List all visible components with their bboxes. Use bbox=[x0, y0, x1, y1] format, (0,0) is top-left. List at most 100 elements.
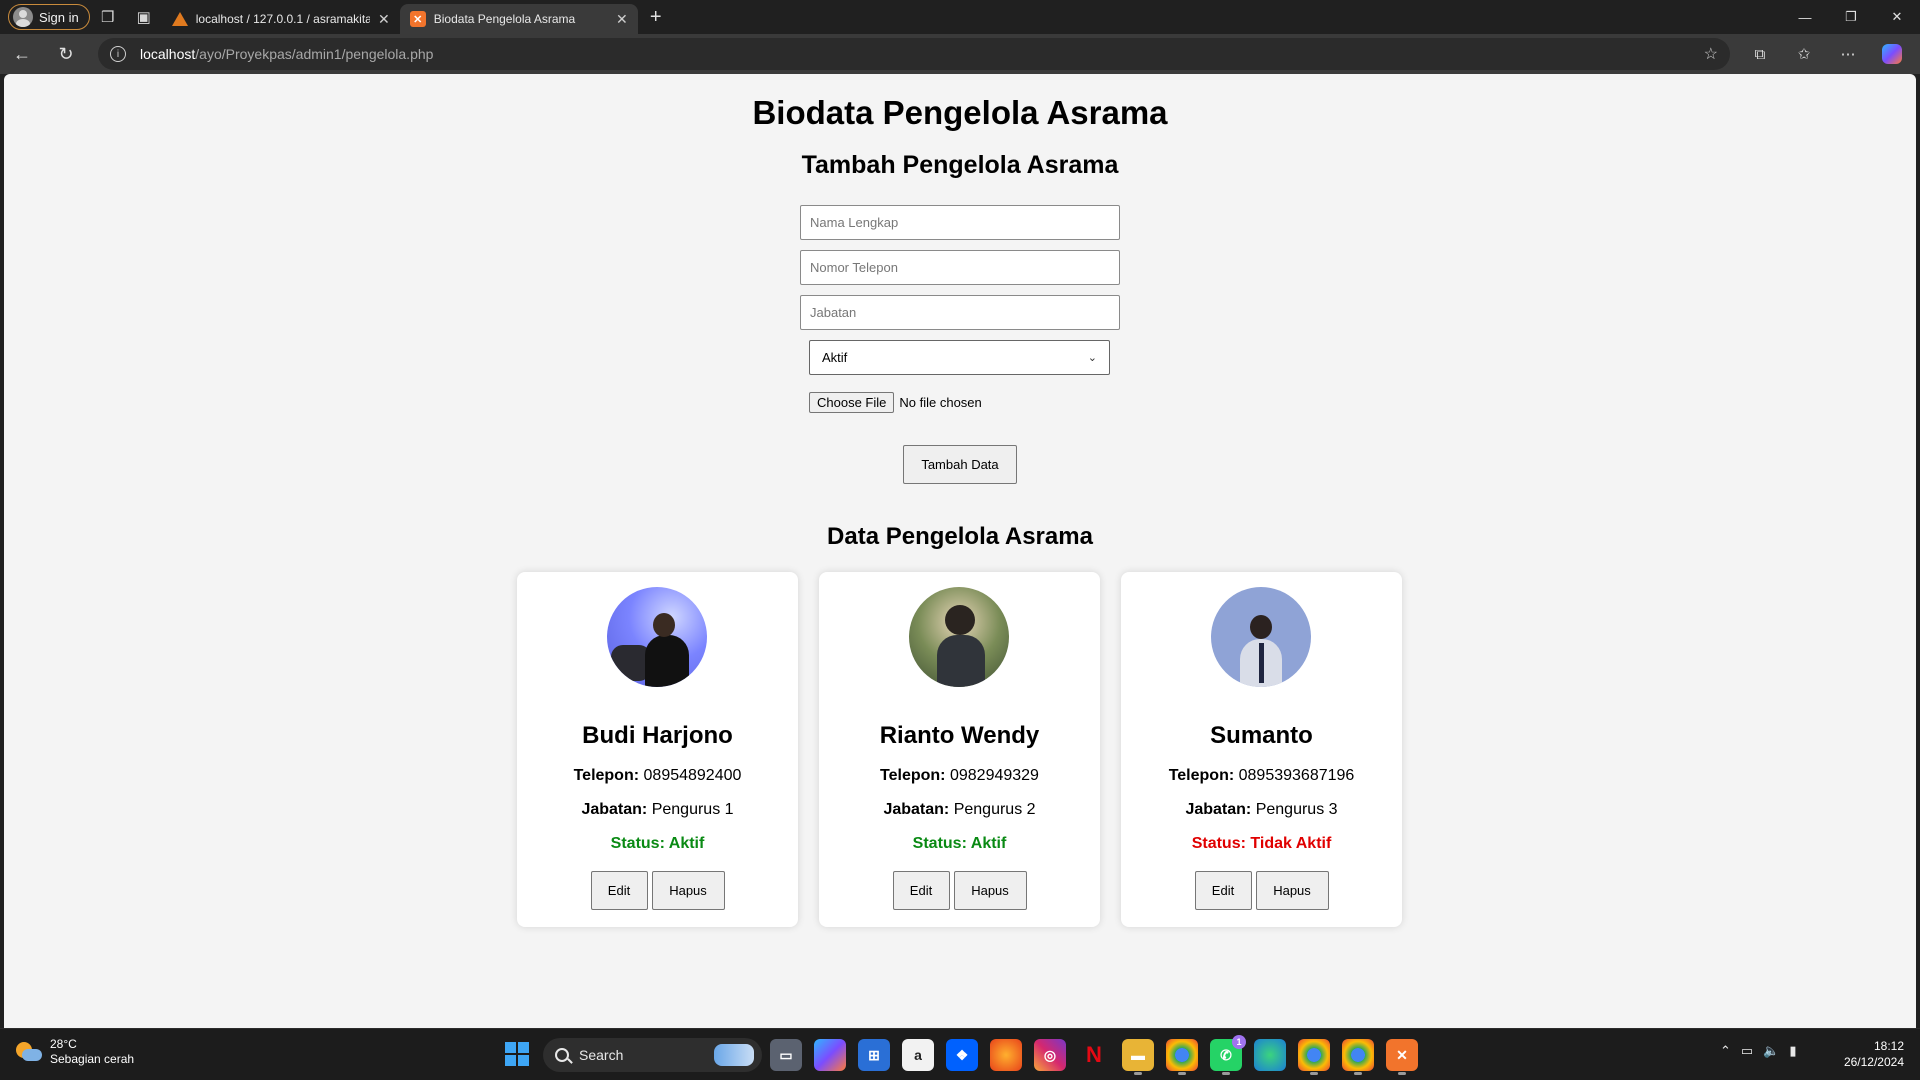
browser-titlebar: Sign in ❒ ▣ localhost / 127.0.0.1 / asra… bbox=[0, 0, 1920, 34]
battery-icon[interactable]: ▮ bbox=[1789, 1043, 1796, 1059]
card-actions: Edit Hapus bbox=[819, 871, 1100, 910]
chrome-profile-icon[interactable] bbox=[1298, 1039, 1330, 1075]
status-badge: Status: Aktif bbox=[819, 835, 1100, 853]
clock-time: 18:12 bbox=[1873, 1039, 1904, 1053]
tab-pengelola[interactable]: ✕ Biodata Pengelola Asrama ✕ bbox=[399, 4, 638, 34]
copilot-app-icon[interactable] bbox=[814, 1039, 846, 1071]
manager-phone: Telepon: 0982949329 bbox=[819, 767, 1100, 785]
close-window-icon[interactable]: ✕ bbox=[1874, 0, 1920, 34]
manager-photo bbox=[909, 587, 1009, 687]
minimize-icon[interactable]: — bbox=[1782, 0, 1828, 34]
photo-detail bbox=[1250, 615, 1272, 639]
site-info-icon[interactable]: i bbox=[110, 46, 126, 62]
manager-name: Sumanto bbox=[1210, 722, 1313, 749]
firefox-icon[interactable] bbox=[990, 1039, 1022, 1071]
new-tab-button[interactable]: + bbox=[638, 6, 674, 29]
manager-photo bbox=[1211, 587, 1311, 687]
reload-icon[interactable]: ↻ bbox=[44, 38, 88, 70]
edit-button[interactable]: Edit bbox=[892, 871, 950, 910]
phone-value: 0895393687196 bbox=[1238, 767, 1355, 784]
netflix-icon[interactable]: N bbox=[1078, 1039, 1110, 1071]
task-view-icon[interactable]: ▭ bbox=[770, 1039, 802, 1071]
weather-widget[interactable]: 28°C Sebagian cerah bbox=[16, 1037, 134, 1067]
xampp-favicon-icon: ✕ bbox=[409, 11, 426, 27]
taskbar: 28°C Sebagian cerah Search ▭ ⊞ a ❖ ◎ N ▬… bbox=[0, 1028, 1920, 1080]
workspaces-icon[interactable]: ❒ bbox=[90, 2, 126, 32]
role-input[interactable] bbox=[800, 295, 1120, 330]
photo-file-input: Choose File No file chosen bbox=[809, 392, 982, 413]
favorites-icon[interactable]: ✩ bbox=[1782, 38, 1826, 70]
weather-text: 28°C Sebagian cerah bbox=[50, 1037, 134, 1067]
manager-role: Jabatan: Pengurus 2 bbox=[819, 801, 1100, 819]
browser-toolbar: ← ↻ i localhost/ayo/Proyekpas/admin1/pen… bbox=[0, 34, 1920, 74]
profile-avatar-icon bbox=[13, 7, 33, 27]
choose-file-button[interactable]: Choose File bbox=[809, 392, 895, 413]
network-icon[interactable]: ▭ bbox=[1741, 1043, 1753, 1059]
address-bar[interactable]: i localhost/ayo/Proyekpas/admin1/pengelo… bbox=[98, 38, 1730, 70]
list-title: Data Pengelola Asrama bbox=[827, 523, 1093, 550]
photo-detail bbox=[937, 635, 985, 687]
edit-button[interactable]: Edit bbox=[590, 871, 648, 910]
tab-close-icon[interactable]: ✕ bbox=[616, 11, 628, 28]
tab-phpmyadmin[interactable]: localhost / 127.0.0.1 / asramakita ✕ bbox=[162, 4, 400, 34]
status-label: Status: bbox=[610, 835, 665, 852]
delete-button[interactable]: Hapus bbox=[1255, 871, 1329, 910]
edit-button[interactable]: Edit bbox=[1194, 871, 1252, 910]
copilot-icon[interactable] bbox=[1882, 44, 1902, 64]
favorite-star-icon[interactable]: ☆ bbox=[1704, 44, 1718, 64]
manager-name: Budi Harjono bbox=[582, 722, 733, 749]
manager-role: Jabatan: Pengurus 1 bbox=[517, 801, 798, 819]
toolbar-actions: ⧉ ✩ ⋯ bbox=[1738, 38, 1914, 70]
back-arrow-icon[interactable]: ← bbox=[0, 38, 44, 70]
tab-close-icon[interactable]: ✕ bbox=[378, 11, 390, 28]
instagram-icon[interactable]: ◎ bbox=[1034, 1039, 1066, 1071]
whatsapp-icon[interactable]: ✆ 1 bbox=[1210, 1035, 1246, 1075]
photo-detail bbox=[1259, 643, 1264, 683]
status-value: Aktif bbox=[970, 835, 1007, 852]
manager-photo bbox=[607, 587, 707, 687]
phone-label: Telepon: bbox=[573, 767, 640, 784]
windows-start-icon[interactable] bbox=[505, 1042, 529, 1066]
pinned-apps: ▭ ⊞ a ❖ ◎ N ▬ ✆ 1 ✕ bbox=[770, 1035, 1418, 1075]
status-label: Status: bbox=[1191, 835, 1246, 852]
xampp-icon[interactable]: ✕ bbox=[1386, 1039, 1418, 1075]
more-menu-icon[interactable]: ⋯ bbox=[1826, 38, 1870, 70]
profile-button[interactable]: Sign in bbox=[8, 4, 90, 30]
system-tray: ⌃ ▭ 🔈 ▮ bbox=[1720, 1043, 1797, 1059]
search-highlight-icon bbox=[714, 1044, 754, 1066]
add-data-button[interactable]: Tambah Data bbox=[903, 445, 1017, 484]
role-label: Jabatan: bbox=[883, 801, 950, 818]
taskbar-clock[interactable]: 18:12 26/12/2024 bbox=[1844, 1038, 1904, 1070]
delete-button[interactable]: Hapus bbox=[651, 871, 725, 910]
status-badge: Status: Tidak Aktif bbox=[1121, 835, 1402, 853]
volume-icon[interactable]: 🔈 bbox=[1763, 1043, 1779, 1059]
card-actions: Edit Hapus bbox=[517, 871, 798, 910]
manager-card: Rianto Wendy Telepon: 0982949329 Jabatan… bbox=[819, 572, 1100, 927]
phone-input[interactable] bbox=[800, 250, 1120, 285]
tab-actions-icon[interactable]: ▣ bbox=[126, 2, 162, 32]
status-select[interactable]: Aktif ⌄ bbox=[809, 340, 1110, 375]
whatsapp-badge: 1 bbox=[1232, 1035, 1246, 1049]
chevron-up-icon[interactable]: ⌃ bbox=[1720, 1043, 1731, 1059]
card-actions: Edit Hapus bbox=[1121, 871, 1402, 910]
name-input[interactable] bbox=[800, 205, 1120, 240]
tab-title: localhost / 127.0.0.1 / asramakita bbox=[195, 12, 371, 26]
dropbox-icon[interactable]: ❖ bbox=[946, 1039, 978, 1071]
chrome-icon[interactable] bbox=[1166, 1039, 1198, 1075]
file-explorer-icon[interactable]: ▬ bbox=[1122, 1039, 1154, 1075]
phone-value: 0982949329 bbox=[949, 767, 1039, 784]
microsoft-store-icon[interactable]: ⊞ bbox=[858, 1039, 890, 1071]
phone-value: 08954892400 bbox=[643, 767, 742, 784]
manager-phone: Telepon: 08954892400 bbox=[517, 767, 798, 785]
extensions-icon[interactable]: ⧉ bbox=[1738, 38, 1782, 70]
manager-card: Sumanto Telepon: 0895393687196 Jabatan: … bbox=[1121, 572, 1402, 927]
restore-icon[interactable]: ❐ bbox=[1828, 0, 1874, 34]
taskbar-search[interactable]: Search bbox=[543, 1038, 762, 1072]
window-controls: — ❐ ✕ bbox=[1782, 0, 1920, 34]
amazon-icon[interactable]: a bbox=[902, 1039, 934, 1071]
delete-button[interactable]: Hapus bbox=[953, 871, 1027, 910]
role-value: Pengurus 3 bbox=[1255, 801, 1338, 818]
edge-icon[interactable] bbox=[1254, 1039, 1286, 1071]
status-badge: Status: Aktif bbox=[517, 835, 798, 853]
chrome-profile-icon[interactable] bbox=[1342, 1039, 1374, 1075]
